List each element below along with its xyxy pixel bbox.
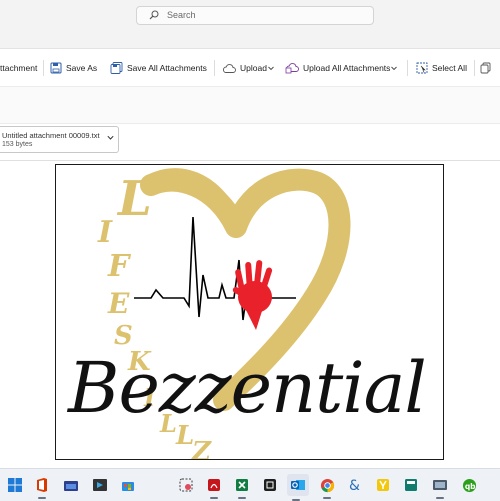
attachment-chip[interactable]: Untitled attachment 00009.txt 153 bytes [0,126,119,153]
copy-button[interactable] [480,60,496,76]
upload-all-label: Upload All Attachments [303,63,391,73]
toolbar-divider [407,60,408,76]
select-all-icon [416,62,428,74]
toolbar-divider [43,60,44,76]
chrome-icon[interactable] [318,476,336,499]
tablet-app-icon-2[interactable] [431,476,449,499]
upload-label: Upload [240,63,267,73]
taskbar: & qb [0,468,500,501]
tablet-app-icon[interactable] [91,476,109,494]
attachment-size: 153 bytes [2,141,33,148]
select-all-label: Select All [432,63,467,73]
ribbon-tab-strip [0,32,500,49]
save-all-label: Save All Attachments [127,63,207,73]
chevron-down-icon [391,66,398,70]
select-all-button[interactable]: Select All [416,60,467,76]
store-icon[interactable] [62,476,80,494]
svg-text:qb: qb [464,481,475,490]
search-box[interactable]: Search [136,6,374,25]
save-icon [50,62,62,74]
chevron-down-icon[interactable] [107,135,114,141]
save-all-icon [110,62,123,74]
search-placeholder: Search [167,10,196,20]
attachment-button[interactable]: ttachment [0,60,37,76]
store-bag-icon[interactable] [119,476,137,494]
svg-text:&: & [349,478,360,493]
calculator-icon[interactable] [402,476,420,494]
brand-name: Bezzential [68,347,427,429]
chevron-down-icon [268,66,274,70]
excel-icon[interactable] [233,476,251,499]
upload-all-attachments-button[interactable]: Upload All Attachments [285,60,401,76]
divider [0,160,500,161]
ampersand-app-icon[interactable]: & [346,476,364,494]
attachment-toolbar: ttachment Save As Save All Attachments U… [0,52,500,82]
search-icon [149,10,159,20]
title-bar: Search [0,0,500,32]
office-icon[interactable] [33,476,51,499]
upload-all-icon [285,63,299,74]
message-header-area [0,86,500,124]
windows-start-icon[interactable] [6,476,24,494]
outlook-icon[interactable] [287,474,309,501]
toolbar-divider [214,60,215,76]
ecg-line [134,216,296,321]
terminal-icon[interactable] [261,476,279,494]
save-as-button[interactable]: Save As [50,60,97,76]
hand-print-icon [232,260,273,330]
attachment-button-label: ttachment [0,63,38,73]
toolbar-divider [474,60,475,76]
attachment-name: Untitled attachment 00009.txt [2,131,100,140]
yammer-icon[interactable] [374,476,392,494]
snipping-tool-icon[interactable] [177,476,195,494]
upload-button[interactable]: Upload [222,60,278,76]
copy-icon [480,62,491,74]
save-as-label: Save As [66,63,98,73]
pdf-reader-icon[interactable] [205,476,223,499]
quickbooks-icon[interactable]: qb [460,476,478,494]
logo-image: LIFESKILLZ Bezzential [55,164,444,460]
cloud-icon [223,63,236,73]
save-all-attachments-button[interactable]: Save All Attachments [110,60,207,76]
